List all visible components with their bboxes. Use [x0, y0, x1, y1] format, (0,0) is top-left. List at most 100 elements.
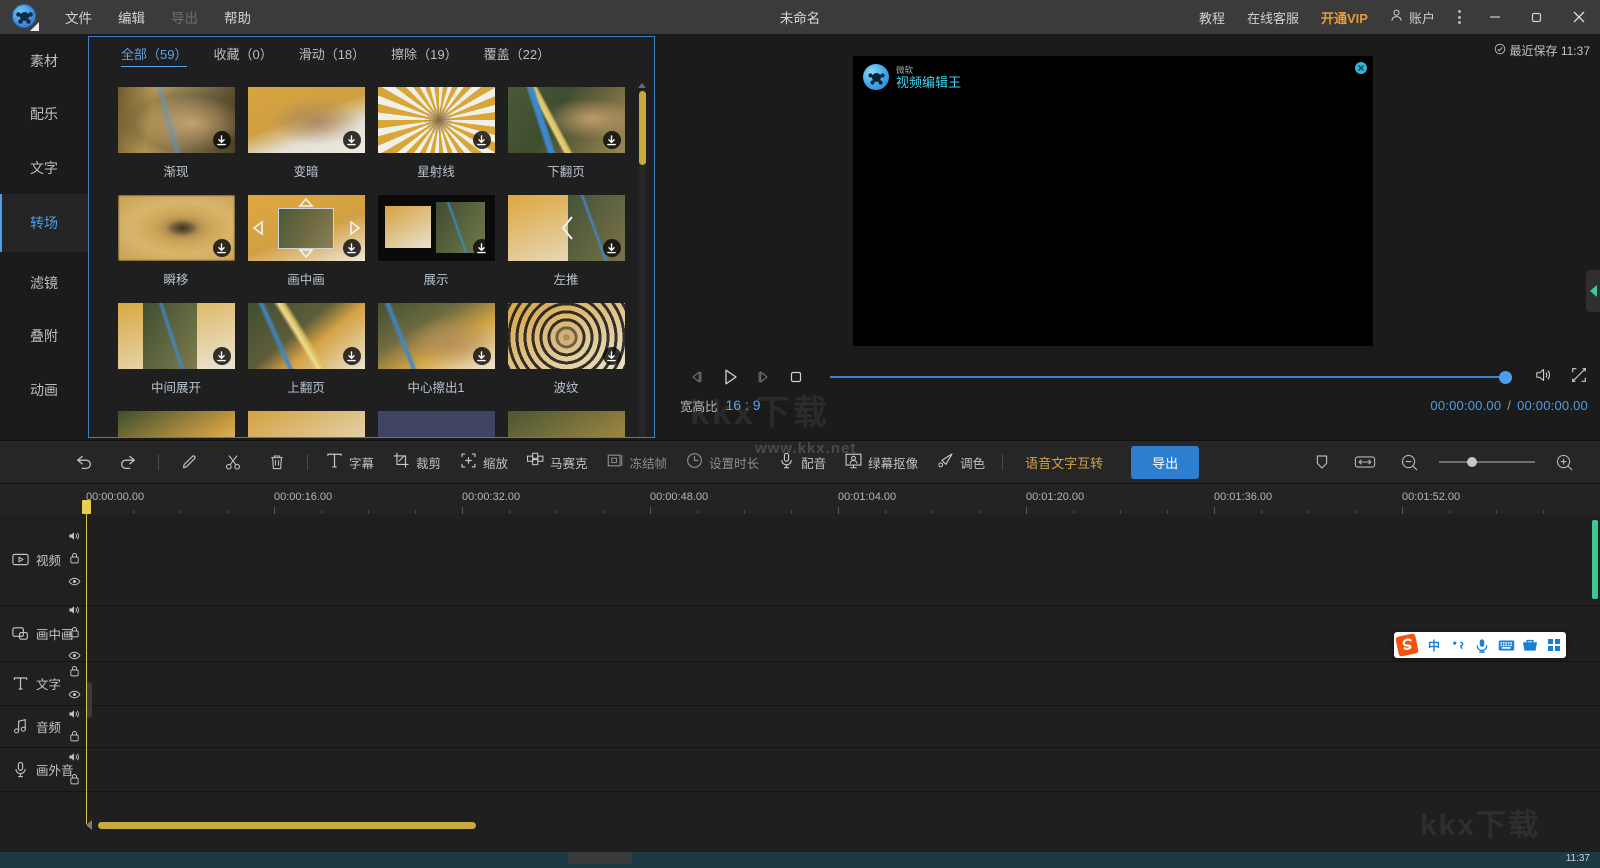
- timeline-scrollbar-thumb[interactable]: [98, 822, 476, 829]
- online-support-link[interactable]: 在线客服: [1236, 8, 1310, 27]
- next-frame-button[interactable]: [746, 364, 779, 390]
- zoom-out-icon[interactable]: [1388, 453, 1431, 472]
- close-watermark-icon[interactable]: [1355, 62, 1367, 74]
- lock-icon[interactable]: [69, 625, 80, 643]
- account-button[interactable]: 账户: [1379, 8, 1445, 27]
- transition-tile[interactable]: 星射线: [371, 87, 501, 195]
- more-options-icon[interactable]: [1445, 10, 1474, 24]
- download-icon[interactable]: [473, 347, 491, 365]
- menu-item-export[interactable]: 导出: [158, 1, 211, 33]
- track-header-pip[interactable]: 画中画: [0, 606, 86, 661]
- sidebar-item-text[interactable]: 文字: [0, 141, 88, 195]
- export-button[interactable]: 导出: [1131, 446, 1199, 479]
- menu-item-edit[interactable]: 编辑: [105, 1, 158, 33]
- transition-tile[interactable]: [501, 411, 631, 438]
- cut-button[interactable]: [211, 440, 255, 484]
- lock-icon[interactable]: [69, 729, 80, 747]
- ime-mode-chinese[interactable]: 中: [1422, 632, 1446, 658]
- redo-button[interactable]: [106, 440, 150, 484]
- sidebar-item-media[interactable]: 素材: [0, 34, 88, 88]
- transition-tile[interactable]: 展示: [371, 195, 501, 303]
- tab-cover[interactable]: 覆盖（22）: [484, 44, 550, 66]
- zoom-in-icon[interactable]: [1543, 453, 1586, 472]
- sidebar-item-overlay[interactable]: 叠附: [0, 309, 88, 363]
- set-duration-button[interactable]: 设置时长: [676, 440, 768, 484]
- sogou-logo-icon[interactable]: [1392, 632, 1422, 658]
- marker-icon[interactable]: [1302, 453, 1342, 471]
- ime-voice-input-icon[interactable]: [1470, 632, 1494, 658]
- track-header-audio[interactable]: 音频: [0, 706, 86, 747]
- library-scrollbar[interactable]: [639, 89, 646, 438]
- library-scrollbar-thumb[interactable]: [639, 91, 646, 165]
- transition-tile[interactable]: 变暗: [241, 87, 371, 195]
- ime-apps-icon[interactable]: [1542, 632, 1566, 658]
- subtitle-button[interactable]: 字幕: [316, 440, 383, 484]
- tab-all[interactable]: 全部（59）: [121, 44, 187, 67]
- lock-icon[interactable]: [69, 551, 80, 569]
- timeline-horizontal-scrollbar[interactable]: [86, 818, 1592, 832]
- transition-tile[interactable]: 下翻页: [501, 87, 631, 195]
- transition-tile[interactable]: [371, 411, 501, 438]
- taskbar-window-button[interactable]: [568, 852, 632, 864]
- tab-slide[interactable]: 滑动（18）: [299, 44, 365, 66]
- mosaic-button[interactable]: 马赛克: [517, 440, 597, 484]
- undo-button[interactable]: [62, 440, 106, 484]
- sidebar-item-transition[interactable]: 转场: [0, 194, 88, 252]
- ime-toolbox-icon[interactable]: [1518, 632, 1542, 658]
- eye-icon[interactable]: [68, 686, 81, 704]
- lock-icon[interactable]: [69, 664, 80, 682]
- right-drawer-handle[interactable]: [1586, 270, 1600, 312]
- download-icon[interactable]: [343, 131, 361, 149]
- color-grading-button[interactable]: 调色: [927, 440, 994, 484]
- fullscreen-icon[interactable]: [1570, 366, 1588, 389]
- mute-icon[interactable]: [68, 750, 81, 768]
- stop-button[interactable]: [779, 364, 812, 390]
- transition-tile[interactable]: 中心擦出1: [371, 303, 501, 411]
- scroll-left-arrow-icon[interactable]: [86, 820, 92, 830]
- mute-icon[interactable]: [68, 603, 81, 621]
- close-button[interactable]: [1558, 0, 1600, 34]
- play-button[interactable]: [713, 364, 746, 390]
- speech-text-convert-button[interactable]: 语音文字互转: [1011, 440, 1117, 484]
- download-icon[interactable]: [343, 239, 361, 257]
- download-icon[interactable]: [213, 131, 231, 149]
- timeline-ruler[interactable]: 00:00:00.00 00:00:16.00 00:00:32.00 00:0…: [0, 484, 1600, 514]
- activate-vip-link[interactable]: 开通VIP: [1310, 8, 1379, 27]
- download-icon[interactable]: [473, 131, 491, 149]
- video-preview-canvas[interactable]: 微软 视频编辑王: [853, 56, 1373, 346]
- transition-tile[interactable]: 渐现: [111, 87, 241, 195]
- download-icon[interactable]: [213, 239, 231, 257]
- sidebar-item-animation[interactable]: 动画: [0, 363, 88, 417]
- freeze-frame-button[interactable]: 冻结帧: [597, 440, 677, 484]
- playhead-line[interactable]: [86, 506, 87, 824]
- transition-tile[interactable]: 上翻页: [241, 303, 371, 411]
- track-row-pip[interactable]: 画中画: [0, 606, 1600, 662]
- ime-keyboard-icon[interactable]: [1494, 632, 1518, 658]
- sidebar-item-music[interactable]: 配乐: [0, 87, 88, 141]
- transition-tile[interactable]: [111, 411, 241, 438]
- menu-item-help[interactable]: 帮助: [211, 1, 264, 33]
- timeline-zoom-slider[interactable]: [1439, 453, 1535, 471]
- download-icon[interactable]: [603, 347, 621, 365]
- transition-tile[interactable]: 画中画: [241, 195, 371, 303]
- lock-icon[interactable]: [69, 772, 80, 790]
- zoom-tool-button[interactable]: 缩放: [450, 440, 517, 484]
- delete-button[interactable]: [255, 440, 299, 484]
- seek-bar-handle[interactable]: [1499, 371, 1512, 384]
- playhead-handle[interactable]: [82, 500, 91, 514]
- voiceover-button[interactable]: 配音: [768, 440, 835, 484]
- aspect-ratio-value[interactable]: 16 : 9: [726, 397, 761, 413]
- ime-punctuation-icon[interactable]: [1446, 632, 1470, 658]
- zoom-slider-handle[interactable]: [1467, 457, 1477, 467]
- track-row-text[interactable]: 文字: [0, 662, 1600, 706]
- transition-tile[interactable]: 中间展开: [111, 303, 241, 411]
- maximize-button[interactable]: [1516, 0, 1558, 34]
- track-header-voiceover[interactable]: 画外音: [0, 748, 86, 791]
- fit-to-window-icon[interactable]: [1342, 454, 1388, 470]
- download-icon[interactable]: [213, 347, 231, 365]
- transition-tile[interactable]: 波纹: [501, 303, 631, 411]
- tab-favorites[interactable]: 收藏（0）: [213, 44, 272, 66]
- mute-icon[interactable]: [68, 707, 81, 725]
- download-icon[interactable]: [603, 131, 621, 149]
- transition-tile[interactable]: [241, 411, 371, 438]
